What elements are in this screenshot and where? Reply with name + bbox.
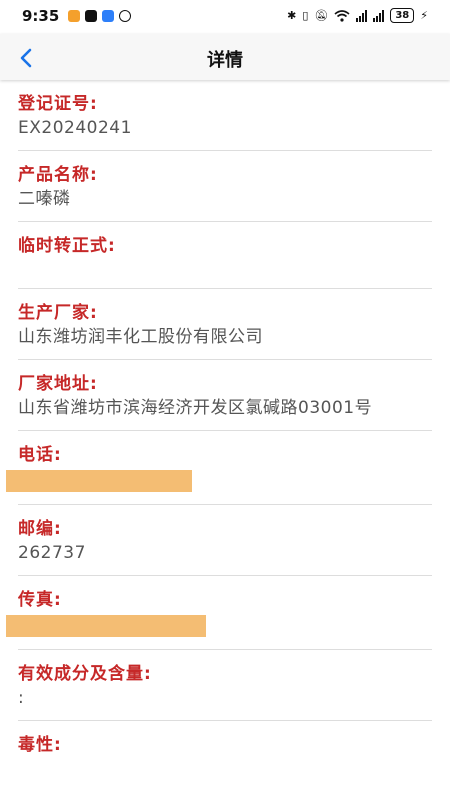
field-value: 山东潍坊润丰化工股份有限公司	[18, 327, 263, 347]
charging-icon: ⚡︎	[420, 9, 428, 22]
shield-app-icon	[102, 10, 114, 22]
nav-bar: 详情	[0, 34, 450, 80]
alarm-icon	[119, 10, 131, 22]
field-toxicity: 毒性:	[18, 721, 432, 757]
field-label: 生产厂家:	[18, 303, 98, 323]
redacted-phone	[6, 470, 192, 492]
field-label: 厂家地址:	[18, 374, 98, 394]
field-temporary-to-formal: 临时转正式:	[18, 222, 432, 289]
page-title: 详情	[207, 50, 243, 71]
field-value: 262737	[18, 543, 86, 563]
field-value: 山东省潍坊市滨海经济开发区氯碱路03001号	[18, 398, 373, 418]
field-label: 有效成分及含量:	[18, 664, 152, 684]
bluetooth-icon: ✱	[287, 9, 297, 22]
field-manufacturer: 生产厂家: 山东潍坊润丰化工股份有限公司	[18, 289, 432, 360]
notification-icons	[68, 10, 131, 22]
mute-icon: 🔕︎	[314, 9, 329, 22]
field-label: 登记证号:	[18, 94, 98, 114]
status-bar: 9:35 ✱ ▯ 🔕︎ 38 ⚡︎	[0, 0, 450, 34]
signal-icon	[356, 9, 368, 22]
tiktok-icon	[85, 10, 97, 22]
field-label: 毒性:	[18, 735, 62, 755]
battery-indicator: 38	[390, 8, 415, 23]
field-manufacturer-address: 厂家地址: 山东省潍坊市滨海经济开发区氯碱路03001号	[18, 360, 432, 431]
field-value	[18, 258, 432, 288]
field-label: 临时转正式:	[18, 236, 116, 256]
field-value: :	[18, 688, 25, 708]
field-value: EX20240241	[18, 118, 132, 138]
field-active-ingredient: 有效成分及含量: :	[18, 650, 432, 721]
field-label: 邮编:	[18, 519, 62, 539]
field-product-name: 产品名称: 二嗪磷	[18, 151, 432, 222]
field-value: 二嗪磷	[18, 189, 71, 209]
field-postal-code: 邮编: 262737	[18, 505, 432, 576]
field-label: 传真:	[18, 590, 62, 610]
field-label: 电话:	[18, 445, 62, 465]
status-indicators: ✱ ▯ 🔕︎ 38 ⚡︎	[287, 8, 428, 23]
detail-list: 登记证号: EX20240241 产品名称: 二嗪磷 临时转正式: 生产厂家: …	[0, 80, 450, 757]
field-fax: 传真:	[6, 576, 432, 650]
app-notification-icon	[68, 10, 80, 22]
signal-icon-2	[373, 9, 385, 22]
field-phone: 电话:	[6, 431, 432, 505]
field-label: 产品名称:	[18, 165, 98, 185]
field-registration-number: 登记证号: EX20240241	[18, 80, 432, 151]
redacted-fax	[6, 615, 206, 637]
vibrate-icon: ▯	[302, 9, 309, 22]
status-time: 9:35	[22, 7, 60, 25]
wifi-icon	[334, 9, 350, 22]
